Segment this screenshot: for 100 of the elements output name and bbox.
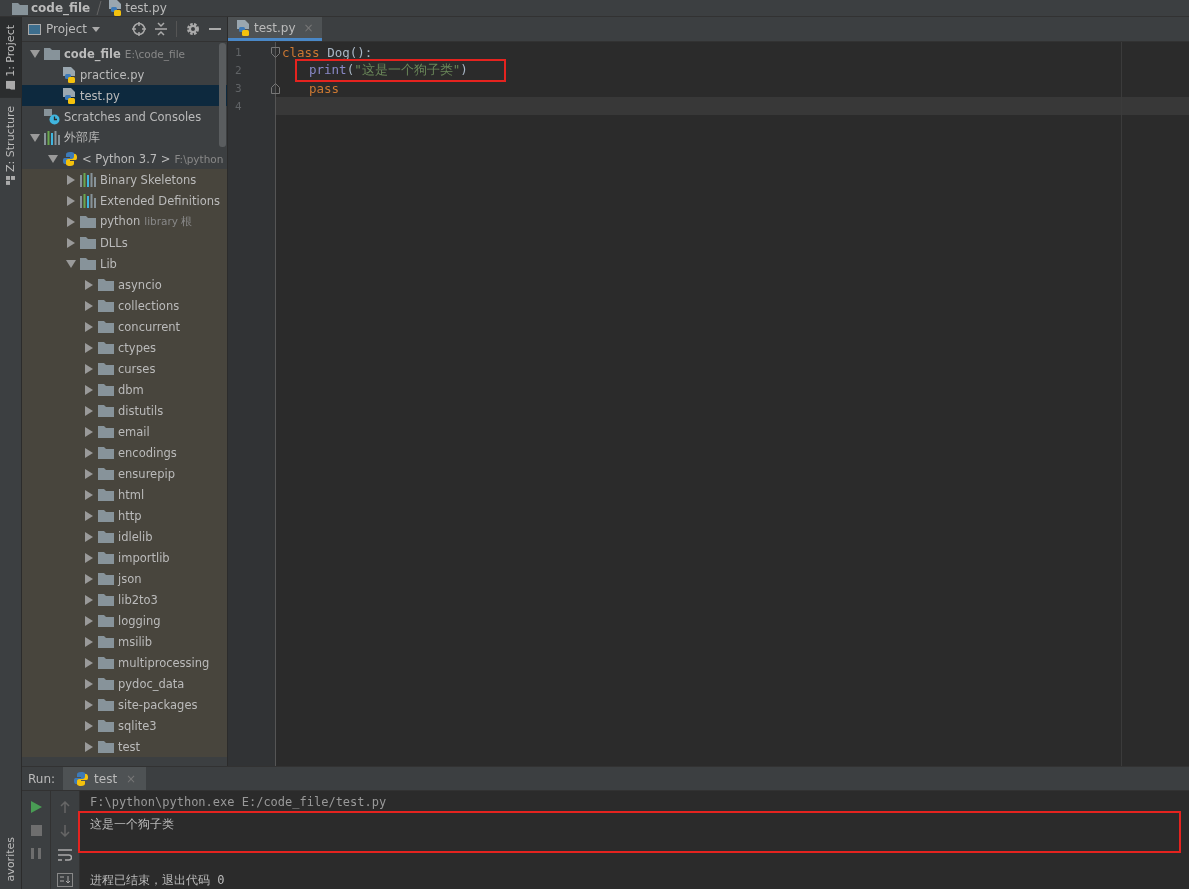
soft-wrap-icon[interactable] (58, 849, 72, 861)
collapsed-arrow-icon[interactable] (84, 615, 94, 626)
settings-icon[interactable] (186, 22, 200, 36)
collapsed-arrow-icon[interactable] (84, 699, 94, 710)
collapsed-arrow-icon[interactable] (84, 489, 94, 500)
folder-icon (98, 593, 114, 606)
collapsed-arrow-icon[interactable] (84, 321, 94, 332)
collapsed-arrow-icon[interactable] (84, 594, 94, 605)
collapsed-arrow-icon[interactable] (66, 195, 76, 206)
expanded-arrow-icon[interactable] (30, 48, 40, 59)
tree-row[interactable]: lib2to3 (22, 589, 227, 610)
tree-row[interactable]: site-packages (22, 694, 227, 715)
tree-row[interactable]: sqlite3 (22, 715, 227, 736)
tree-row[interactable]: asyncio (22, 274, 227, 295)
tree-row[interactable]: < Python 3.7 > F:\python (22, 148, 227, 169)
run-tab[interactable]: test × (63, 767, 147, 790)
collapsed-arrow-icon[interactable] (84, 552, 94, 563)
up-arrow-icon[interactable] (60, 801, 70, 813)
tool-window-button[interactable]: avorites (0, 836, 21, 889)
stop-icon[interactable] (30, 825, 42, 836)
tree-row[interactable]: http (22, 505, 227, 526)
tree-row[interactable]: html (22, 484, 227, 505)
python-file-icon (236, 19, 250, 36)
breadcrumb[interactable]: test.py (108, 0, 167, 16)
collapsed-arrow-icon[interactable] (84, 279, 94, 290)
locate-icon[interactable] (132, 22, 146, 36)
tree-row[interactable]: Scratches and Consoles (22, 106, 227, 127)
tree-row[interactable]: ctypes (22, 337, 227, 358)
caret-icon (92, 26, 101, 32)
expanded-arrow-icon[interactable] (66, 258, 76, 269)
folder-icon (12, 1, 28, 15)
scrollbar-thumb[interactable] (219, 43, 226, 147)
tree-row[interactable]: Extended Definitions (22, 190, 227, 211)
tree-row[interactable]: importlib (22, 547, 227, 568)
down-arrow-icon[interactable] (60, 825, 70, 837)
tree-row[interactable]: email (22, 421, 227, 442)
collapsed-arrow-icon[interactable] (84, 531, 94, 542)
tree-row[interactable]: python library 根 (22, 211, 227, 232)
tree-row[interactable]: distutils (22, 400, 227, 421)
tree-row[interactable]: msilib (22, 631, 227, 652)
folder-icon (98, 467, 114, 480)
collapsed-arrow-icon[interactable] (84, 657, 94, 668)
expanded-arrow-icon[interactable] (48, 153, 58, 164)
folder-icon (98, 572, 114, 585)
tool-window-button[interactable]: 1: Project (0, 17, 21, 98)
collapsed-arrow-icon[interactable] (84, 720, 94, 731)
tree-row[interactable]: code_file E:\code_file (22, 43, 227, 64)
fold-marker-icon[interactable] (271, 82, 280, 94)
pause-icon[interactable] (31, 848, 41, 859)
tree-row[interactable]: test (22, 736, 227, 757)
scroll-to-end-icon[interactable] (57, 873, 73, 887)
collapsed-arrow-icon[interactable] (84, 573, 94, 584)
tree-row[interactable]: dbm (22, 379, 227, 400)
collapsed-arrow-icon[interactable] (84, 447, 94, 458)
tree-row[interactable]: pydoc_data (22, 673, 227, 694)
tree-row[interactable]: test.py (22, 85, 227, 106)
tree-row[interactable]: encodings (22, 442, 227, 463)
tree-row[interactable]: Binary Skeletons (22, 169, 227, 190)
console-line: 这是一个狗子类 (90, 816, 174, 833)
collapsed-arrow-icon[interactable] (66, 174, 76, 185)
collapsed-arrow-icon[interactable] (84, 510, 94, 521)
tree-row[interactable]: Lib (22, 253, 227, 274)
tree-row[interactable]: practice.py (22, 64, 227, 85)
code-line: pass (309, 80, 340, 96)
expanded-arrow-icon[interactable] (30, 132, 40, 143)
collapsed-arrow-icon[interactable] (84, 636, 94, 647)
folder-icon (98, 509, 114, 522)
tree-row[interactable]: ensurepip (22, 463, 227, 484)
tree-row[interactable]: 外部库 (22, 127, 227, 148)
separator-icon (96, 1, 103, 15)
tree-row[interactable]: concurrent (22, 316, 227, 337)
collapsed-arrow-icon[interactable] (84, 384, 94, 395)
run-icon[interactable] (30, 801, 42, 813)
collapsed-arrow-icon[interactable] (84, 426, 94, 437)
tree-row[interactable]: DLLs (22, 232, 227, 253)
breadcrumb[interactable]: code_file (12, 1, 91, 15)
editor-tab[interactable]: test.py × (228, 17, 322, 41)
collapsed-arrow-icon[interactable] (66, 216, 76, 227)
collapse-all-icon[interactable] (155, 22, 167, 36)
tree-row[interactable]: json (22, 568, 227, 589)
tool-window-button[interactable]: Z: Structure (0, 97, 21, 193)
tree-row[interactable]: idlelib (22, 526, 227, 547)
collapsed-arrow-icon[interactable] (84, 342, 94, 353)
collapsed-arrow-icon[interactable] (84, 363, 94, 374)
window-icon (28, 23, 41, 35)
fold-marker-icon[interactable] (271, 46, 280, 58)
tree-row[interactable]: multiprocessing (22, 652, 227, 673)
console-line: 进程已结束，退出代码 0 (90, 871, 225, 889)
tree-row[interactable]: collections (22, 295, 227, 316)
collapsed-arrow-icon[interactable] (66, 237, 76, 248)
collapsed-arrow-icon[interactable] (84, 405, 94, 416)
tree-row[interactable]: logging (22, 610, 227, 631)
folder-icon (98, 614, 114, 627)
collapsed-arrow-icon[interactable] (84, 678, 94, 689)
view-selector[interactable]: Project (28, 22, 101, 36)
collapsed-arrow-icon[interactable] (84, 300, 94, 311)
collapsed-arrow-icon[interactable] (84, 468, 94, 479)
tree-row[interactable]: curses (22, 358, 227, 379)
folder-icon (98, 425, 114, 438)
collapsed-arrow-icon[interactable] (84, 741, 94, 752)
